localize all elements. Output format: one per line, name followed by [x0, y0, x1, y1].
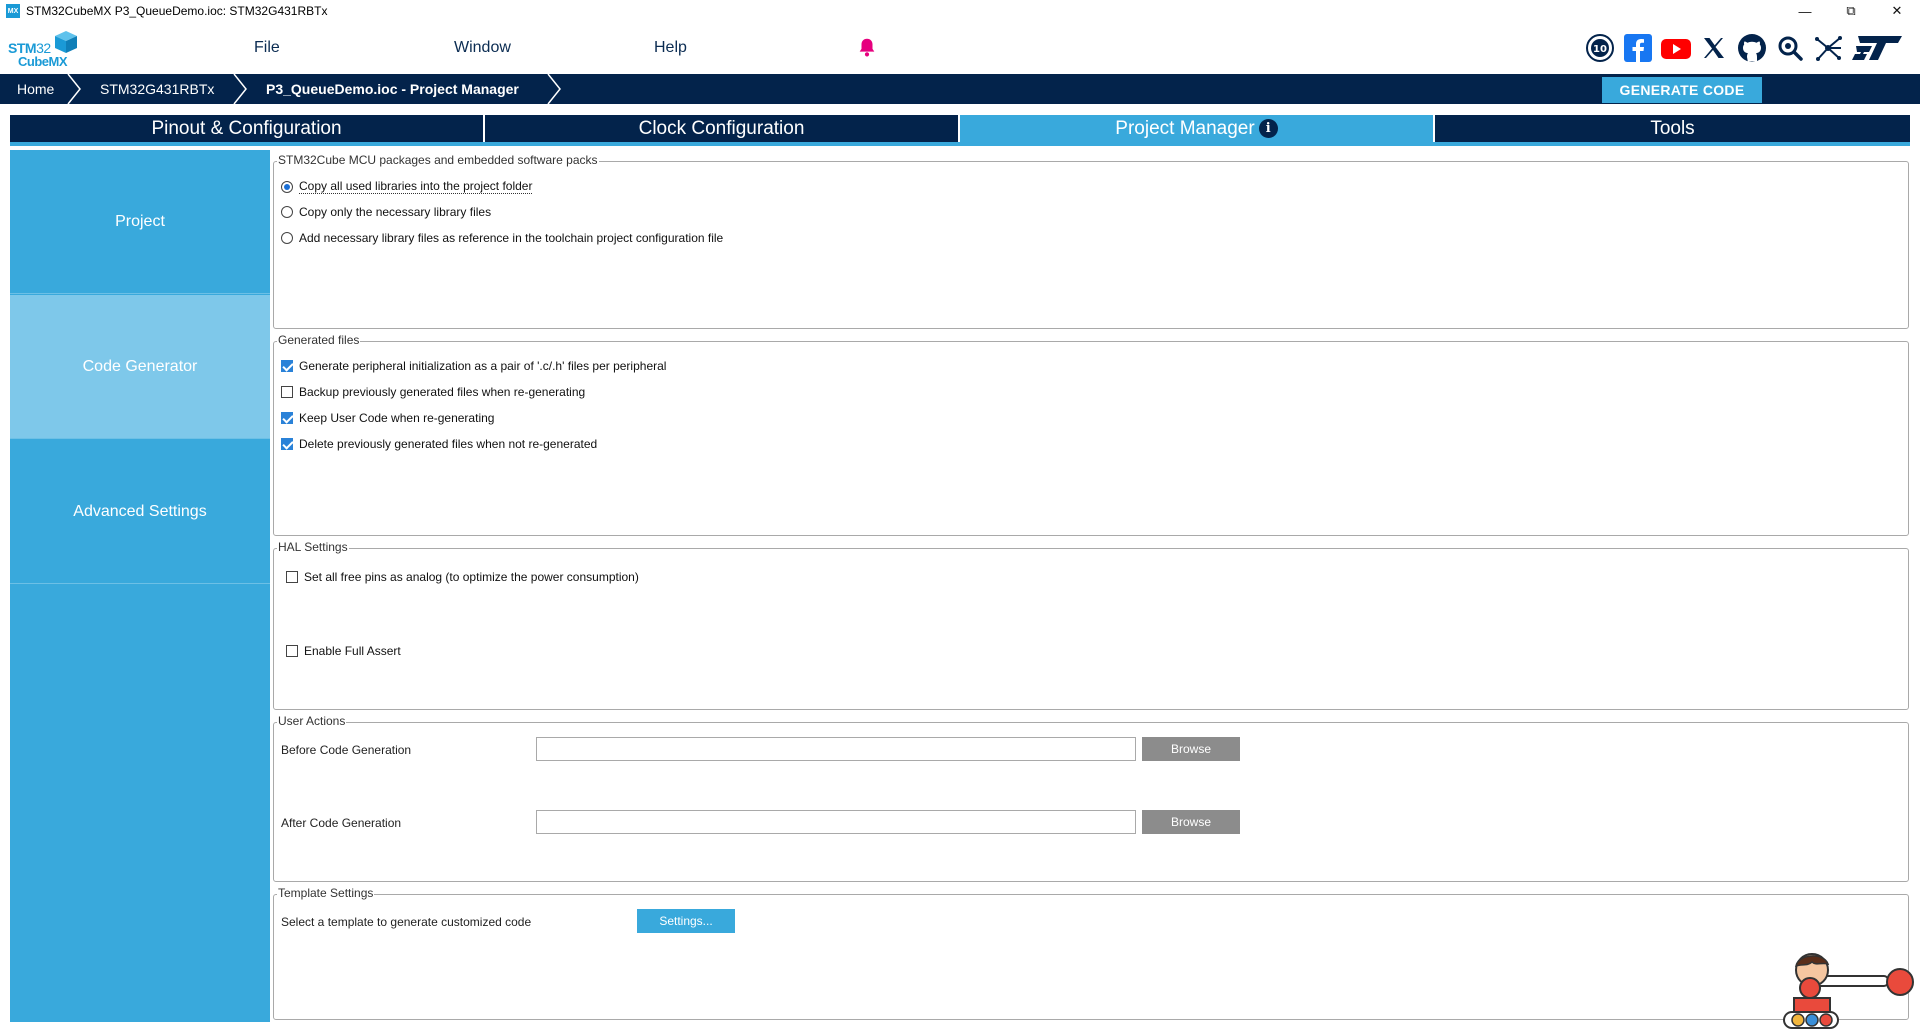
sidebar-item-advanced-settings[interactable]: Advanced Settings — [10, 440, 270, 584]
generated-files-group: Generated files Generate peripheral init… — [273, 333, 1909, 536]
sidebar-item-label: Project — [115, 212, 165, 230]
radio-label: Copy all used libraries into the project… — [299, 179, 533, 194]
radio-label: Copy only the necessary library files — [299, 205, 492, 219]
breadcrumb-project[interactable]: P3_QueueDemo.ioc - Project Manager — [266, 74, 519, 104]
main-tabs: Pinout & Configuration Clock Configurati… — [10, 115, 1910, 146]
app-icon: MX — [6, 4, 20, 18]
checkbox-label: Set all free pins as analog (to optimize… — [304, 570, 639, 584]
radio-copy-necessary-files[interactable]: Copy only the necessary library files — [281, 205, 491, 219]
sidebar-item-project[interactable]: Project — [10, 150, 270, 294]
window-controls: — ⧉ ✕ — [1782, 0, 1920, 22]
sidebar-item-label: Advanced Settings — [73, 502, 207, 520]
checkbox[interactable] — [281, 412, 293, 424]
chevron-right-icon — [67, 74, 81, 104]
checkbox-peripheral-init-pair[interactable]: Generate peripheral initialization as a … — [281, 359, 666, 373]
svg-text:10: 10 — [1593, 44, 1607, 55]
checkbox-label: Enable Full Assert — [304, 644, 401, 658]
tab-label: Project Manager — [1115, 117, 1255, 139]
tab-pinout-configuration[interactable]: Pinout & Configuration — [10, 115, 485, 142]
menu-bar: STM32 CubeMX File Window Help 10 — [0, 22, 1920, 74]
group-title: Template Settings — [277, 886, 375, 900]
packages-group: STM32Cube MCU packages and embedded soft… — [273, 153, 1909, 329]
youtube-icon[interactable] — [1660, 32, 1692, 64]
community-search-icon[interactable] — [1774, 32, 1806, 64]
tab-label: Clock Configuration — [638, 117, 805, 139]
checkbox-keep-user-code[interactable]: Keep User Code when re-generating — [281, 411, 494, 425]
checkbox-free-pins-analog[interactable]: Set all free pins as analog (to optimize… — [286, 570, 639, 584]
radio-button[interactable] — [281, 206, 293, 218]
sidebar-item-code-generator[interactable]: Code Generator — [10, 295, 270, 439]
before-generation-label: Before Code Generation — [281, 743, 412, 757]
bell-icon[interactable] — [856, 36, 878, 58]
after-generation-label: After Code Generation — [281, 816, 402, 830]
info-icon[interactable]: i — [1258, 119, 1278, 138]
tab-clock-configuration[interactable]: Clock Configuration — [485, 115, 960, 142]
menu-help[interactable]: Help — [654, 39, 687, 57]
tab-project-manager[interactable]: Project Manager i — [960, 115, 1435, 142]
tab-tools[interactable]: Tools — [1435, 115, 1910, 142]
checkbox-enable-full-assert[interactable]: Enable Full Assert — [286, 644, 401, 658]
tab-label: Tools — [1650, 117, 1695, 139]
radio-add-as-reference[interactable]: Add necessary library files as reference… — [281, 231, 723, 245]
after-generation-input[interactable] — [536, 810, 1136, 834]
checkbox[interactable] — [286, 645, 298, 657]
checkbox-label: Generate peripheral initialization as a … — [299, 359, 667, 373]
generate-code-button[interactable]: GENERATE CODE — [1602, 77, 1762, 103]
window-titlebar: MX STM32CubeMX P3_QueueDemo.ioc: STM32G4… — [0, 0, 1920, 22]
group-title: User Actions — [277, 714, 347, 728]
breadcrumb-device[interactable]: STM32G431RBTx — [100, 74, 214, 104]
group-title: HAL Settings — [277, 540, 349, 554]
minimize-button[interactable]: — — [1782, 0, 1828, 22]
checkbox-label: Backup previously generated files when r… — [299, 385, 586, 399]
template-settings-group: Template Settings Select a template to g… — [273, 886, 1909, 1020]
chevron-right-icon — [547, 74, 561, 104]
checkbox[interactable] — [286, 571, 298, 583]
st-logo-icon[interactable] — [1850, 32, 1904, 64]
anniversary-badge-icon[interactable]: 10 — [1584, 32, 1616, 64]
checkbox[interactable] — [281, 386, 293, 398]
boxer-mascot-icon[interactable] — [1770, 948, 1920, 1032]
menu-window[interactable]: Window — [454, 39, 511, 57]
checkbox-delete-generated-files[interactable]: Delete previously generated files when n… — [281, 437, 597, 451]
checkbox-label: Delete previously generated files when n… — [299, 437, 598, 451]
cube-icon — [55, 31, 77, 53]
logo-text-cubemx: CubeMX — [18, 54, 68, 69]
restore-button[interactable]: ⧉ — [1828, 0, 1874, 22]
radio-label: Add necessary library files as reference… — [299, 231, 724, 245]
sidebar-item-label: Code Generator — [82, 357, 198, 375]
checkbox-label: Keep User Code when re-generating — [299, 411, 495, 425]
template-settings-button[interactable]: Settings... — [637, 909, 735, 933]
breadcrumb: Home STM32G431RBTx P3_QueueDemo.ioc - Pr… — [0, 74, 1920, 104]
facebook-icon[interactable] — [1622, 32, 1654, 64]
window-title: STM32CubeMX P3_QueueDemo.ioc: STM32G431R… — [26, 4, 328, 18]
group-title: STM32Cube MCU packages and embedded soft… — [277, 153, 599, 167]
browse-after-button[interactable]: Browse — [1142, 810, 1240, 834]
radio-button[interactable] — [281, 232, 293, 244]
project-manager-sidebar: Project Code Generator Advanced Settings — [10, 150, 270, 1022]
breadcrumb-home[interactable]: Home — [17, 74, 54, 104]
menu-file[interactable]: File — [254, 39, 280, 57]
social-links: 10 — [1584, 30, 1904, 66]
radio-copy-all-libraries[interactable]: Copy all used libraries into the project… — [281, 179, 533, 194]
hal-settings-group: HAL Settings Set all free pins as analog… — [273, 540, 1909, 710]
browse-before-button[interactable]: Browse — [1142, 737, 1240, 761]
radio-button[interactable] — [281, 180, 293, 193]
checkbox[interactable] — [281, 438, 293, 450]
checkbox[interactable] — [281, 360, 293, 372]
before-generation-input[interactable] — [536, 737, 1136, 761]
x-twitter-icon[interactable] — [1698, 32, 1730, 64]
group-title: Generated files — [277, 333, 361, 347]
checkbox-backup-files[interactable]: Backup previously generated files when r… — [281, 385, 585, 399]
tab-label: Pinout & Configuration — [151, 117, 342, 139]
close-button[interactable]: ✕ — [1874, 0, 1920, 22]
template-label: Select a template to generate customized… — [281, 915, 532, 929]
network-icon[interactable] — [1812, 32, 1844, 64]
github-icon[interactable] — [1736, 32, 1768, 64]
chevron-right-icon — [233, 74, 247, 104]
stm32cubemx-logo[interactable]: STM32 CubeMX — [8, 30, 80, 69]
user-actions-group: User Actions Before Code Generation Brow… — [273, 714, 1909, 882]
